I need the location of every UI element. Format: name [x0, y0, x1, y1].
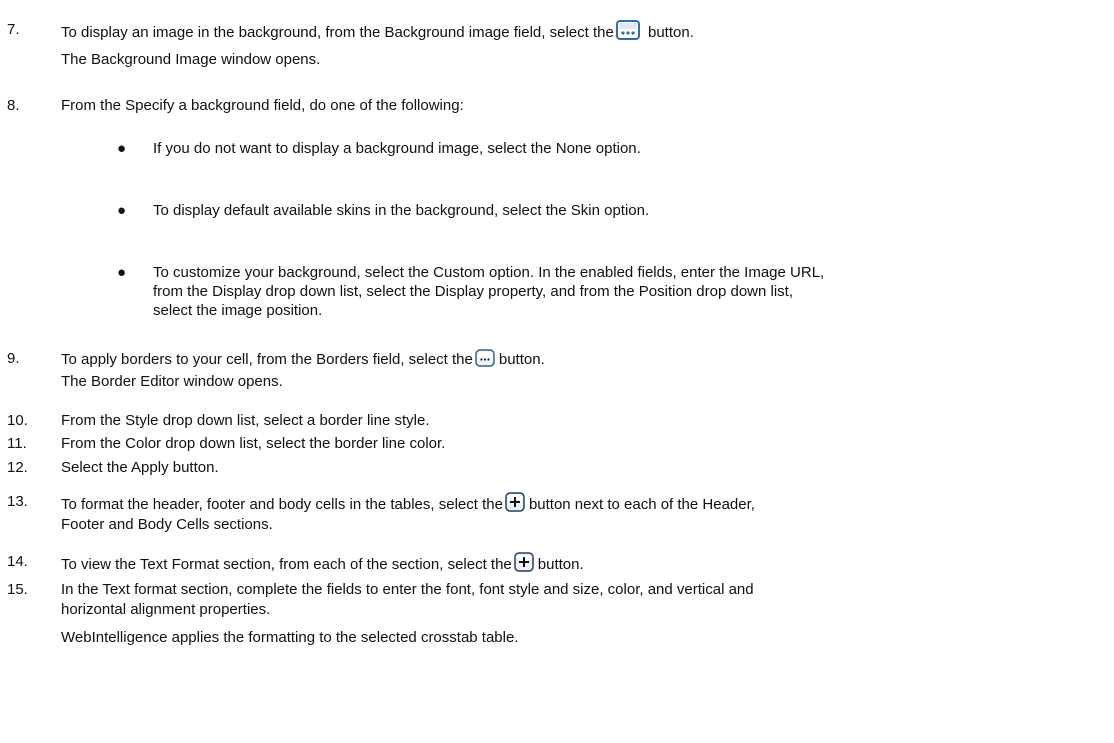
step-9-text-a: To apply borders to your cell, from the … [61, 351, 473, 368]
step-8-bullet-3-line-3: select the image position. [153, 302, 323, 319]
step-13-text: To format the header, footer and body ce… [61, 492, 755, 514]
step-7-number: 7. [7, 21, 20, 38]
step-9-result: The Border Editor window opens. [61, 373, 283, 390]
plus-button-icon [514, 552, 534, 572]
step-15-text-b: horizontal alignment properties. [61, 601, 271, 618]
plus-button-icon [505, 492, 525, 512]
ellipsis-small-button-icon [475, 349, 495, 367]
step-10-number: 10. [7, 412, 28, 429]
step-13-number: 13. [7, 493, 28, 510]
bullet-dot: ● [117, 264, 127, 281]
step-9-text-b: button. [498, 351, 545, 368]
step-8-bullet-3-line-1: To customize your background, select the… [153, 264, 825, 281]
step-13-text-a: To format the header, footer and body ce… [61, 496, 503, 513]
bullet-dot: ● [117, 140, 127, 157]
step-14-text: To view the Text Format section, from ea… [61, 552, 584, 574]
step-12-text: Select the Apply button. [61, 459, 219, 476]
step-8-bullet-3-line-2: from the Display drop down list, select … [153, 283, 794, 300]
step-12-number: 12. [7, 459, 28, 476]
step-7-text: To display an image in the background, f… [61, 20, 694, 42]
ellipsis-button-icon [615, 20, 640, 40]
step-11-number: 11. [7, 435, 27, 452]
step-10-text: From the Style drop down list, select a … [61, 412, 430, 429]
bullet-dot: ● [117, 202, 127, 219]
step-9-text: To apply borders to your cell, from the … [61, 349, 545, 369]
step-15-text-a: In the Text format section, complete the… [61, 581, 754, 598]
step-8-number: 8. [7, 97, 20, 114]
step-7-text-b: button. [648, 24, 694, 41]
step-13-text-c: Footer and Body Cells sections. [61, 516, 273, 533]
step-14-number: 14. [7, 553, 28, 570]
step-11-text: From the Color drop down list, select th… [61, 435, 446, 452]
step-14-text-b: button. [537, 556, 584, 573]
step-15-number: 15. [7, 581, 28, 598]
step-8-text: From the Specify a background field, do … [61, 97, 464, 114]
step-15-result: WebIntelligence applies the formatting t… [61, 629, 519, 646]
step-13-text-b: button next to each of the Header, [528, 496, 755, 513]
step-9-number: 9. [7, 350, 20, 367]
step-8-bullet-1: If you do not want to display a backgrou… [153, 140, 641, 157]
step-8-bullet-2: To display default available skins in th… [153, 202, 650, 219]
step-14-text-a: To view the Text Format section, from ea… [61, 556, 512, 573]
step-7-result: The Background Image window opens. [61, 51, 321, 68]
step-7-text-a: To display an image in the background, f… [61, 24, 614, 41]
